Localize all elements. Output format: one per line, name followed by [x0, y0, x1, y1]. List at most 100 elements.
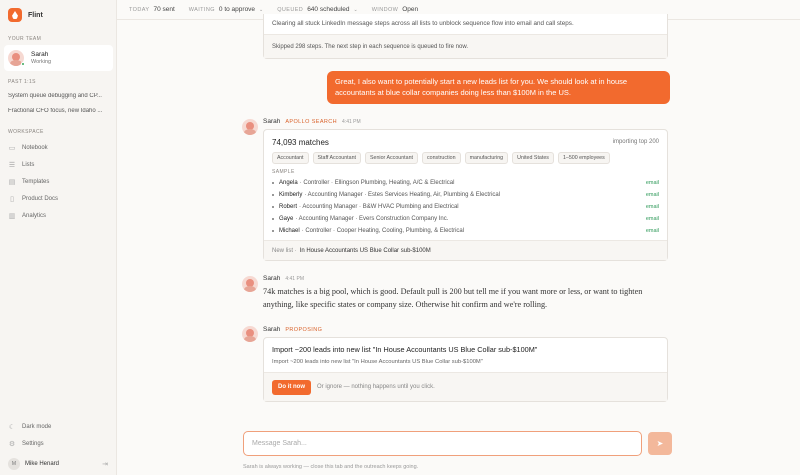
stat-value: 640 scheduled	[307, 6, 350, 13]
tool-result-text: Clearing all stuck LinkedIn message step…	[272, 20, 574, 27]
past-session-item[interactable]: System queue debugging and CP...	[8, 93, 112, 99]
sidebar-item-label: Dark mode	[22, 424, 52, 430]
stat-queued[interactable]: QUEUED 640 scheduled ⌄	[277, 6, 357, 13]
sidebar-item-label: Notebook	[22, 145, 48, 151]
avatar	[242, 119, 258, 135]
past-section-label: PAST 1:1S	[8, 79, 36, 85]
sample-channel: email	[645, 216, 659, 222]
dark-mode-toggle[interactable]: ☾ Dark mode	[8, 423, 51, 431]
sidebar-item-notebook[interactable]: ▭ Notebook	[8, 144, 48, 152]
sidebar-item-templates[interactable]: ▤ Templates	[8, 178, 50, 186]
analytics-icon: ▥	[8, 212, 16, 220]
do-it-now-button[interactable]: Do it now	[272, 379, 311, 395]
sample-channel: email	[645, 204, 659, 210]
message-header: Sarah PROPOSING	[263, 326, 322, 333]
team-member-sarah[interactable]: Sarah Working	[4, 45, 113, 71]
proposal-subtitle: Import ~200 leads into new list "In Hous…	[272, 359, 483, 365]
past-session-item[interactable]: Fractional CFO focus, new Idaho ...	[8, 108, 112, 114]
sidebar: Flint YOUR TEAM Sarah Working PAST 1:1S …	[0, 0, 117, 475]
proposal-title: Import ~200 leads into new list "In Hous…	[272, 345, 538, 354]
sample-channel: email	[645, 180, 659, 186]
avatar	[242, 276, 258, 292]
team-section-label: YOUR TEAM	[8, 36, 42, 42]
message-input[interactable]: Message Sarah...	[243, 431, 642, 456]
stat-label: TODAY	[129, 6, 150, 13]
gear-icon: ⚙	[8, 440, 16, 448]
sample-row: Robert · Accounting Manager · B&W HVAC P…	[272, 201, 659, 213]
brand[interactable]: Flint	[8, 8, 43, 22]
user-name: Mike Henard	[25, 461, 60, 467]
sample-label: SAMPLE	[272, 169, 295, 175]
sidebar-item-label: Settings	[22, 441, 44, 447]
match-count: 74,093 matches	[272, 138, 329, 147]
team-member-status: Working	[31, 59, 52, 65]
stat-label: WINDOW	[371, 6, 399, 13]
composer-note: Sarah is always working — close this tab…	[243, 464, 419, 470]
stat-label: QUEUED	[277, 6, 304, 13]
tool-result-footer-text: Skipped 298 steps. The next step in each…	[272, 43, 469, 50]
filter-chip: 1–500 employees	[557, 152, 610, 164]
user-message-bubble: Great, I also want to potentially start …	[327, 71, 670, 104]
sample-detail: · Accounting Manager · Estes Services He…	[304, 192, 501, 198]
filter-chip: Accountant	[272, 152, 309, 164]
stat-waiting[interactable]: WAITING 0 to approve ⌄	[189, 6, 263, 13]
stat-value: 70 sent	[153, 6, 175, 13]
stat-window: WINDOW Open	[372, 6, 418, 13]
sample-row: Angela · Controller · Ellingson Plumbing…	[272, 177, 659, 189]
sidebar-item-settings[interactable]: ⚙ Settings	[8, 440, 44, 448]
filter-chips: Accountant Staff Accountant Senior Account…	[272, 152, 614, 164]
assistant-message-text: 74k matches is a big pool, which is good…	[263, 287, 643, 309]
bullet-icon	[272, 230, 274, 232]
bullet-icon	[272, 182, 274, 184]
templates-icon: ▤	[8, 178, 16, 186]
sample-detail: · Controller · Cooper Heating, Cooling, …	[301, 228, 465, 234]
filter-chip: Senior Accountant	[365, 152, 418, 164]
stat-value: 0 to approve	[218, 6, 256, 13]
send-button[interactable]: ➤	[648, 432, 672, 455]
sample-row: Michael · Controller · Cooper Heating, C…	[272, 225, 659, 237]
sample-channel: email	[645, 192, 659, 198]
document-icon: ▯	[10, 195, 14, 203]
ignore-hint: Or ignore — nothing happens until you cl…	[317, 384, 435, 390]
message-tag: APOLLO SEARCH	[285, 119, 338, 125]
sidebar-item-lists[interactable]: ☰ Lists	[8, 161, 34, 169]
filter-chip: construction	[422, 152, 461, 164]
sample-name: Robert	[279, 204, 298, 210]
sample-channel: email	[645, 228, 659, 234]
sample-name: Kimberly	[279, 192, 303, 198]
logout-icon[interactable]: ⇥	[102, 460, 108, 468]
message-header: Sarah APOLLO SEARCH 4:41 PM	[263, 118, 361, 125]
team-member-name: Sarah	[31, 51, 49, 58]
stat-label: WAITING	[188, 6, 215, 13]
chevron-down-icon: ⌄	[353, 6, 358, 13]
message-header: Sarah 4:41 PM	[263, 275, 304, 282]
tool-result-footer: Skipped 298 steps. The next step in each…	[264, 34, 667, 58]
list-icon: ☰	[8, 161, 16, 169]
flame-logo-icon	[8, 8, 22, 22]
sidebar-item-label: Templates	[22, 179, 50, 185]
message-sender: Sarah	[263, 118, 281, 125]
chevron-down-icon: ⌄	[259, 6, 264, 13]
notebook-icon: ▭	[8, 144, 16, 152]
message-tag: PROPOSING	[285, 327, 323, 333]
filter-chip: Staff Accountant	[312, 152, 361, 164]
message-sender: Sarah	[263, 275, 281, 282]
bullet-icon	[272, 206, 274, 208]
sample-detail: · Accounting Manager · B&W HVAC Plumbing…	[299, 204, 459, 210]
sidebar-item-label: Product Docs	[22, 196, 59, 202]
import-note: importing top 200	[612, 139, 659, 145]
sidebar-item-product-docs[interactable]: ▯ Product Docs	[8, 195, 58, 203]
send-icon: ➤	[656, 439, 664, 448]
sample-detail: · Controller · Ellingson Plumbing, Heati…	[299, 180, 455, 186]
message-time: 4:41 PM	[342, 119, 361, 125]
sidebar-item-label: Analytics	[22, 213, 47, 219]
sample-row: Kimberly · Accounting Manager · Estes Se…	[272, 189, 659, 201]
apollo-search-card: 74,093 matches importing top 200 Account…	[263, 129, 668, 261]
sidebar-item-label: Lists	[22, 162, 35, 168]
workspace-section-label: WORKSPACE	[8, 129, 44, 135]
stat-today: TODAY 70 sent	[129, 6, 175, 13]
sidebar-item-analytics[interactable]: ▥ Analytics	[8, 212, 46, 220]
sample-detail: · Accounting Manager · Evers Constructio…	[295, 216, 449, 222]
sample-name: Gaye	[279, 216, 294, 222]
message-sender: Sarah	[263, 326, 281, 333]
